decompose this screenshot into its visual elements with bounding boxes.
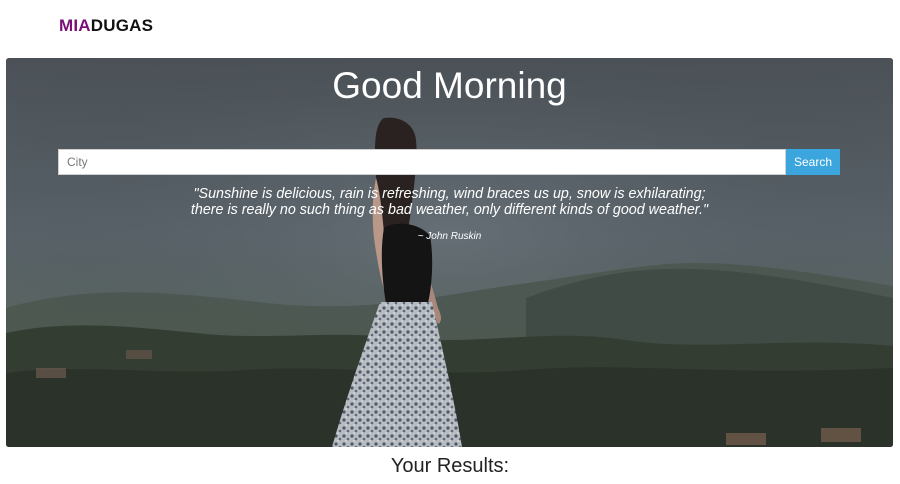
greeting-heading: Good Morning [332,65,567,106]
weather-quote: "Sunshine is delicious, rain is refreshi… [6,186,893,218]
quote-author: ~ John Ruskin [417,231,482,242]
hero-background-image [6,58,893,447]
site-logo[interactable]: MIADUGAS [59,16,153,36]
top-bar: MIADUGAS [0,0,900,54]
search-button[interactable]: Search [786,149,840,175]
quote-line-2: there is really no such thing as bad wea… [190,202,709,218]
city-search-input[interactable] [58,149,786,175]
results-heading: Your Results: [390,455,510,477]
logo-part-mia: MIA [59,16,91,35]
quote-line-1: "Sunshine is delicious, rain is refreshi… [193,186,706,202]
hero-banner: Good Morning Search "Sunshine is delicio… [6,58,893,447]
logo-part-dugas: DUGAS [90,16,154,35]
